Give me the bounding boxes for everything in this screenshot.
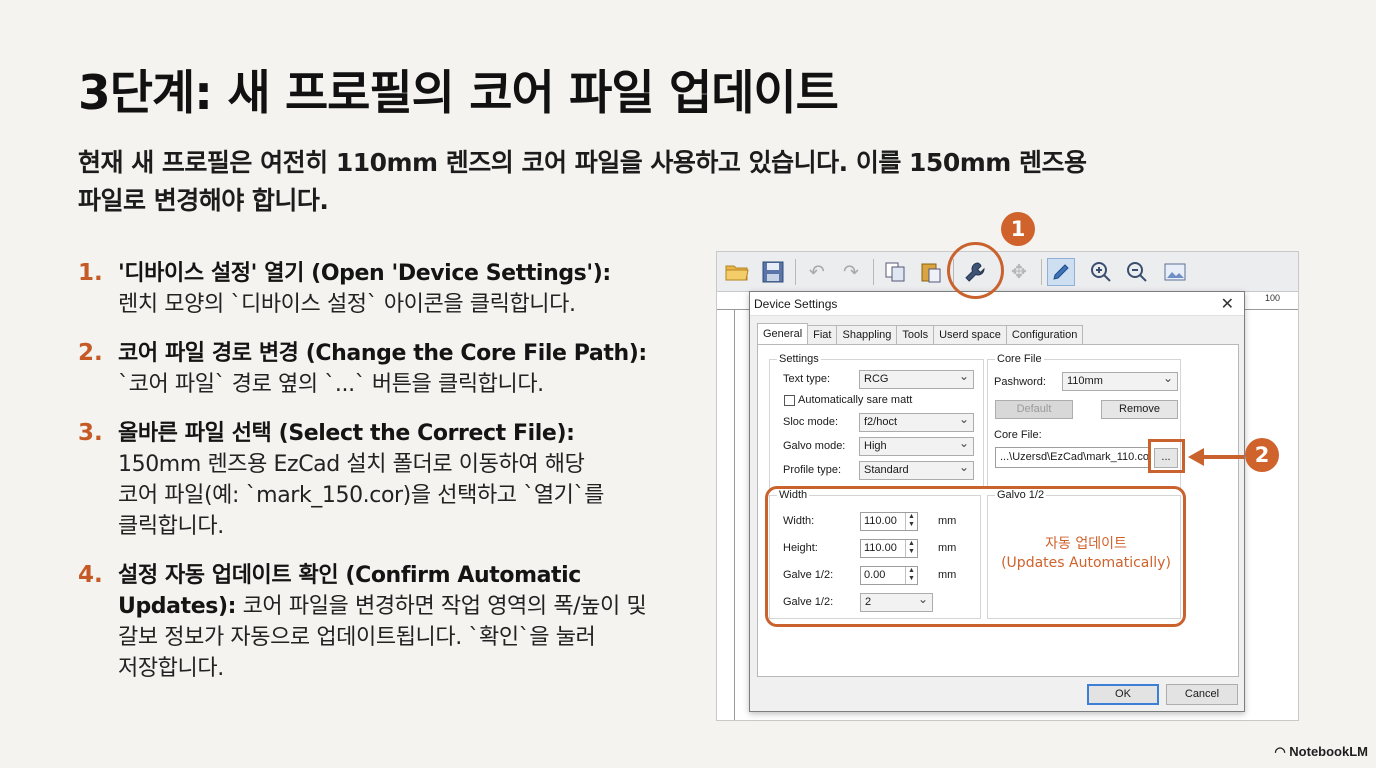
tab-configuration[interactable]: Configuration: [1005, 325, 1084, 344]
callout-2-badge: 2: [1245, 438, 1279, 472]
ruler-left: [717, 310, 735, 720]
tab-tools[interactable]: Tools: [896, 325, 935, 344]
subtitle-line-2: 파일로 변경해야 합니다.: [78, 186, 329, 215]
close-icon[interactable]: ✕: [1221, 294, 1234, 314]
step-text: 코어 파일을 변경하면 작업 영역의 폭/높이 및: [236, 594, 647, 619]
step-2: 2. 코어 파일 경로 변경 (Change the Core File Pat…: [78, 338, 703, 400]
notebooklm-icon: ◠: [1274, 744, 1290, 759]
auto-update-line-2: (Updates Automatically): [1001, 555, 1171, 571]
callout-1-badge: 1: [1001, 212, 1035, 246]
paste-icon[interactable]: [917, 258, 945, 286]
step-3: 3. 올바른 파일 선택 (Select the Correct File): …: [78, 418, 703, 542]
dialog-title: Device Settings: [754, 297, 838, 311]
auto-update-line-1: 자동 업데이트: [1045, 536, 1127, 552]
step-title: 설정 자동 업데이트 확인 (Confirm Automatic: [118, 563, 581, 588]
ruler-label: 100: [1265, 293, 1281, 303]
wrench-highlight-ring: [947, 242, 1004, 299]
step-number: 4.: [78, 562, 103, 588]
step-text: 저장합니다.: [118, 656, 224, 681]
cancel-button[interactable]: Cancel: [1166, 684, 1238, 705]
step-number: 1.: [78, 260, 103, 286]
page-subtitle: 현재 새 프로필은 여전히 110mm 렌즈의 코어 파일을 사용하고 있습니다…: [78, 144, 1278, 220]
auto-update-note: 자동 업데이트 (Updates Automatically): [986, 535, 1186, 573]
open-folder-icon[interactable]: [723, 258, 751, 286]
copy-icon[interactable]: [881, 258, 909, 286]
zoom-in-icon[interactable]: [1087, 258, 1115, 286]
dialog-titlebar: Device Settings ✕: [750, 292, 1244, 316]
subtitle-line-1: 현재 새 프로필은 여전히 110mm 렌즈의 코어 파일을 사용하고 있습니다…: [78, 148, 1087, 177]
move-icon[interactable]: ✥: [1005, 258, 1033, 286]
tab-fiat[interactable]: Fiat: [807, 325, 838, 344]
undo-icon[interactable]: ↶: [803, 258, 831, 286]
galvo-mode-label: Galvo mode:: [783, 440, 846, 452]
auto-save-checkbox[interactable]: [784, 395, 795, 406]
step-number: 2.: [78, 340, 103, 366]
image-icon[interactable]: [1161, 258, 1189, 286]
tab-general[interactable]: General: [757, 323, 809, 344]
step-title: '디바이스 설정' 열기 (Open 'Device Settings'):: [118, 261, 611, 286]
step-text: 클릭합니다.: [118, 514, 224, 539]
step-text: 150mm 렌즈용 EzCad 설치 폴더로 이동하여 해당: [118, 452, 585, 477]
redo-icon[interactable]: ↷: [837, 258, 865, 286]
page-title: 3단계: 새 프로필의 코어 파일 업데이트: [78, 66, 839, 121]
sloc-mode-label: Sloc mode:: [783, 416, 839, 428]
password-select[interactable]: 110mm: [1062, 372, 1178, 391]
core-file-path-input[interactable]: ...\Uzersd\EzCad\mark_110.cor: [995, 447, 1151, 468]
step-4: 4. 설정 자동 업데이트 확인 (Confirm Automatic Upda…: [78, 560, 703, 684]
text-type-label: Text type:: [783, 373, 831, 385]
step-title: 코어 파일 경로 변경 (Change the Core File Path):: [118, 341, 647, 366]
tab-shappling[interactable]: Shappling: [836, 325, 898, 344]
ok-button[interactable]: OK: [1087, 684, 1159, 705]
step-number: 3.: [78, 420, 103, 446]
zoom-out-icon[interactable]: [1123, 258, 1151, 286]
default-button[interactable]: Default: [995, 400, 1073, 419]
group-legend: Settings: [777, 353, 821, 365]
galvo-mode-select[interactable]: High: [859, 437, 974, 456]
step-text: 갈보 정보가 자동으로 업데이트됩니다. `확인`을 눌러: [118, 625, 596, 650]
sloc-mode-select[interactable]: f2/hoct: [859, 413, 974, 432]
steps-list: 1. '디바이스 설정' 열기 (Open 'Device Settings')…: [78, 258, 703, 702]
remove-button[interactable]: Remove: [1101, 400, 1178, 419]
group-legend: Core File: [995, 353, 1044, 365]
save-icon[interactable]: [759, 258, 787, 286]
brand-text: NotebookLM: [1289, 744, 1368, 759]
step-text: 렌치 모양의 `디바이스 설정` 아이콘을 클릭합니다.: [118, 292, 576, 317]
step-text: `코어 파일` 경로 옆의 `...` 버튼을 클릭합니다.: [118, 372, 544, 397]
profile-type-select[interactable]: Standard: [859, 461, 974, 480]
password-label: Pashword:: [994, 376, 1046, 388]
tab-userd-space[interactable]: Userd space: [933, 325, 1007, 344]
arrow-left-icon: [1188, 448, 1244, 466]
core-file-label: Core File:: [994, 429, 1042, 441]
step-title-cont: Updates):: [118, 594, 236, 619]
browse-highlight-box: [1148, 439, 1185, 473]
settings-group: Settings Text type: RCG Automatically sa…: [769, 353, 984, 489]
step-text: 코어 파일(예: `mark_150.cor)을 선택하고 `열기`를: [118, 483, 604, 508]
toolbar: ↶ ↷ ✥: [717, 252, 1298, 292]
text-type-select[interactable]: RCG: [859, 370, 974, 389]
profile-type-label: Profile type:: [783, 464, 842, 476]
dialog-tabs: General Fiat Shappling Tools Userd space…: [757, 323, 1084, 344]
pencil-icon[interactable]: [1047, 258, 1075, 286]
auto-save-label: Automatically sare matt: [798, 394, 913, 406]
brand-logo: ◠ NotebookLM: [1274, 744, 1368, 760]
step-title: 올바른 파일 선택 (Select the Correct File):: [118, 421, 575, 446]
step-1: 1. '디바이스 설정' 열기 (Open 'Device Settings')…: [78, 258, 703, 320]
